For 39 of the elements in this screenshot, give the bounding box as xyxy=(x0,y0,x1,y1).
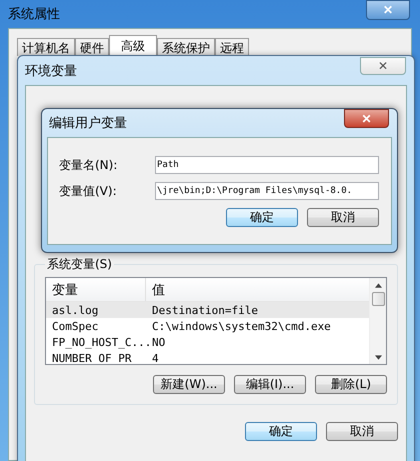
group-label: 系统变量(S) xyxy=(46,256,113,273)
tab[interactable]: 高级 xyxy=(109,35,157,56)
input-field[interactable]: Path xyxy=(155,156,379,174)
input-field[interactable]: \jre\bin;D:\Program Files\mysql-8.0. xyxy=(155,182,379,200)
tab[interactable]: 远程 xyxy=(215,38,249,56)
list-row[interactable]: asl.log Destination=file xyxy=(46,302,369,318)
variable-value: NO xyxy=(152,336,166,348)
list-action-button[interactable]: 删除(L) xyxy=(315,375,387,394)
ok-button[interactable]: 确定 xyxy=(226,208,298,227)
list-action-button[interactable]: 编辑(I)... xyxy=(234,375,306,394)
scrollbar[interactable] xyxy=(369,278,386,364)
scroll-up-icon[interactable] xyxy=(374,283,382,288)
variable-value: Destination=file xyxy=(152,304,259,316)
variable-name: asl.log xyxy=(52,304,100,316)
tab[interactable]: 计算机名 xyxy=(17,38,75,56)
list-row[interactable]: FP_NO_HOST_C...NO xyxy=(46,334,369,350)
variable-name: FP_NO_HOST_C... xyxy=(52,336,152,348)
window-title: 系统属性 xyxy=(8,6,60,23)
close-button[interactable]: ✕ xyxy=(360,56,406,74)
tab[interactable]: 系统保护 xyxy=(157,38,215,56)
dialog-title: 环境变量 xyxy=(25,62,77,80)
field-label: 变量名(N): xyxy=(59,156,118,174)
variable-name: ComSpec xyxy=(52,320,100,332)
tab[interactable]: 硬件 xyxy=(75,38,109,56)
variable-name: NUMBER_OF_PR xyxy=(52,352,132,364)
column-header[interactable]: 变量 xyxy=(46,278,146,301)
cancel-button[interactable]: 取消 xyxy=(326,422,398,441)
list-action-button[interactable]: 新建(W)... xyxy=(153,375,225,394)
column-header[interactable]: 值 xyxy=(146,278,369,301)
dialog-title: 编辑用户变量 xyxy=(49,115,127,132)
variable-value: 4 xyxy=(152,352,160,364)
variable-value: C:\windows\system32\cmd.exe xyxy=(152,320,332,332)
list-row[interactable]: NUMBER_OF_PR 4 xyxy=(46,350,369,364)
cancel-button[interactable]: 取消 xyxy=(307,208,379,227)
ok-button[interactable]: 确定 xyxy=(245,422,317,441)
list-row[interactable]: ComSpec C:\windows\system32\cmd.exe xyxy=(46,318,369,334)
field-label: 变量值(V): xyxy=(59,182,118,200)
scroll-down-icon[interactable] xyxy=(374,355,382,360)
scroll-thumb[interactable] xyxy=(372,292,384,306)
